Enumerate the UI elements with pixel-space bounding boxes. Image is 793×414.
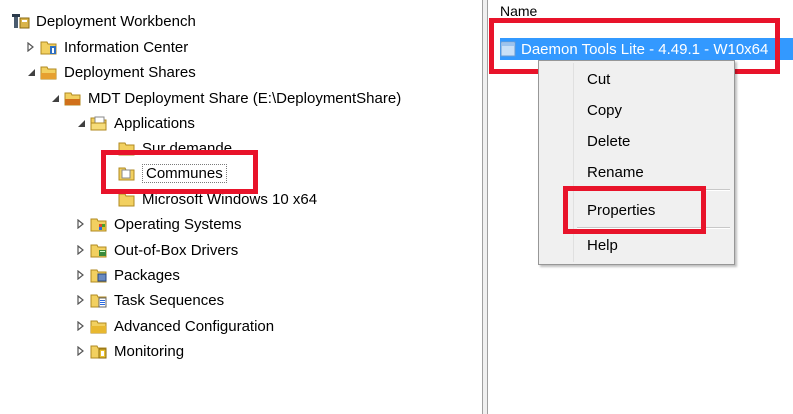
menu-item-properties[interactable]: Properties [587,200,655,222]
folder-icon [90,318,108,334]
tree-item-out-of-box-drivers[interactable]: Out-of-Box Drivers [74,239,238,261]
tree-item-label: Sur demande [142,139,233,157]
tree-item-label: Out-of-Box Drivers [114,241,239,259]
folder-open-icon [90,115,108,131]
tree-item-sur-demande[interactable]: Sur demande [118,137,232,159]
tree-item-label: Communes [142,163,227,183]
menu-item-copy[interactable]: Copy [587,100,622,122]
tree-item-advanced-configuration[interactable]: Advanced Configuration [74,315,274,337]
tree-item-label: Applications [114,114,195,132]
tree-item-label: Deployment Shares [64,63,196,81]
navigation-tree: Deployment Workbench Information Center … [0,0,482,414]
packages-folder-icon [90,267,108,283]
context-menu: Cut Copy Delete Rename Properties Help [538,60,735,265]
tree-item-label: Deployment Workbench [36,12,196,30]
column-header-label: Name [500,3,538,19]
list-item-selected[interactable]: Daemon Tools Lite - 4.49.1 - W10x64 [500,38,793,60]
tree-item-packages[interactable]: Packages [74,264,180,286]
collapse-arrow-icon[interactable] [48,94,62,103]
tree-item-label: Information Center [64,38,189,56]
menu-gutter [573,63,574,262]
tree-item-operating-systems[interactable]: Operating Systems [74,213,242,235]
menu-item-rename[interactable]: Rename [587,162,644,184]
tree-item-task-sequences[interactable]: Task Sequences [74,289,224,311]
menu-separator [577,189,730,191]
expand-arrow-icon[interactable] [74,219,88,229]
menu-item-cut[interactable]: Cut [587,69,610,91]
tree-item-label: Monitoring [114,342,185,360]
application-icon [500,41,516,57]
collapse-arrow-icon[interactable] [74,119,88,128]
expand-arrow-icon[interactable] [74,346,88,356]
workbench-icon [12,13,30,29]
share-folder-icon [64,90,82,106]
tree-item-deployment-workbench[interactable]: Deployment Workbench [12,10,196,32]
expand-arrow-icon[interactable] [74,245,88,255]
info-folder-icon [40,39,58,55]
tree-item-label: MDT Deployment Share (E:\DeploymentShare… [88,89,402,107]
menu-separator [577,227,730,229]
os-folder-icon [90,216,108,232]
folder-icon [118,191,136,207]
expand-arrow-icon[interactable] [74,270,88,280]
tree-item-label: Task Sequences [114,291,225,309]
tree-item-label: Microsoft Windows 10 x64 [142,190,318,208]
menu-item-delete[interactable]: Delete [587,131,630,153]
tree-item-label: Advanced Configuration [114,317,275,335]
tree-item-mdt-deployment-share[interactable]: MDT Deployment Share (E:\DeploymentShare… [48,87,401,109]
menu-item-help[interactable]: Help [587,235,618,257]
monitoring-folder-icon [90,343,108,359]
tree-item-communes[interactable]: Communes [118,162,227,184]
collapse-arrow-icon[interactable] [24,68,38,77]
expand-arrow-icon[interactable] [24,42,38,52]
expand-arrow-icon[interactable] [74,295,88,305]
tree-item-monitoring[interactable]: Monitoring [74,340,184,362]
folder-icon [118,165,136,181]
list-item-label: Daemon Tools Lite - 4.49.1 - W10x64 [521,40,769,58]
tree-item-microsoft-windows-10-x64[interactable]: Microsoft Windows 10 x64 [118,188,317,210]
expand-arrow-icon[interactable] [74,321,88,331]
drivers-folder-icon [90,242,108,258]
folder-icon [40,64,58,80]
column-header-name[interactable]: Name [488,0,793,24]
task-folder-icon [90,292,108,308]
tree-item-information-center[interactable]: Information Center [24,36,188,58]
tree-item-label: Packages [114,266,180,284]
tree-item-label: Operating Systems [114,215,242,233]
tree-item-deployment-shares[interactable]: Deployment Shares [24,61,196,83]
tree-item-applications[interactable]: Applications [74,112,195,134]
folder-icon [118,140,136,156]
